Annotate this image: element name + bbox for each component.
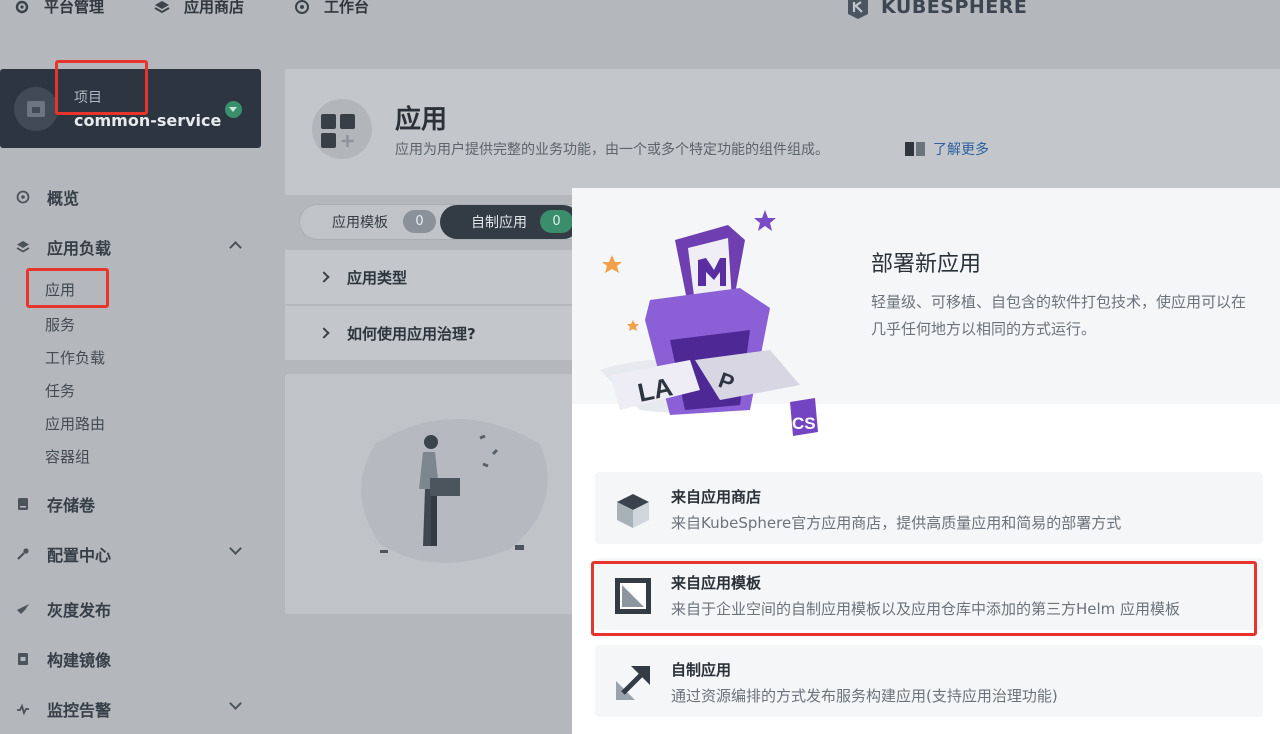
project-avatar <box>14 87 58 131</box>
sidebar-item-label: 概览 <box>47 189 80 208</box>
chevron-right-icon <box>318 327 330 339</box>
book-icon <box>905 142 925 156</box>
annotation-box-apps <box>26 268 109 308</box>
sidebar-item-image-builder[interactable]: 构建镜像 <box>16 647 111 671</box>
modal-description: 轻量级、可移植、自包含的软件打包技术，使应用可以在几乎任何地方以相同的方式运行。 <box>871 293 1247 338</box>
collapse-how-to-use-governance[interactable]: 如何使用应用治理? <box>285 306 585 360</box>
sidebar-item-workloads[interactable]: 应用负载 <box>16 235 111 259</box>
sidebar-item-label: 监控告警 <box>47 701 112 720</box>
option-title: 来自应用商店 <box>671 488 762 506</box>
sidebar-item-monitoring[interactable]: 监控告警 <box>16 697 111 721</box>
kubesphere-logo-icon <box>848 0 868 19</box>
chevron-up-icon[interactable] <box>229 241 242 254</box>
chevron-down-icon[interactable] <box>229 542 242 555</box>
project-icon <box>27 101 45 117</box>
annotation-box-app-template <box>591 561 1257 636</box>
option-from-app-store[interactable]: 来自应用商店 来自KubeSphere官方应用商店，提供高质量应用和简易的部署方… <box>595 472 1263 544</box>
logo-text: KUBESPHERE <box>881 0 1028 18</box>
learn-more-label: 了解更多 <box>933 142 989 158</box>
empty-illustration <box>361 419 548 563</box>
sidebar-sub-workloads[interactable]: 工作负载 <box>45 347 105 368</box>
option-title: 自制应用 <box>671 661 732 679</box>
annotation-box-project <box>55 60 148 115</box>
learn-more-link[interactable]: 了解更多 <box>905 139 989 159</box>
option-custom-app[interactable]: 自制应用 通过资源编排的方式发布服务构建应用(支持应用治理功能) <box>595 645 1263 717</box>
option-description: 通过资源编排的方式发布服务构建应用(支持应用治理功能) <box>671 687 1058 705</box>
modal-title: 部署新应用 <box>871 252 982 277</box>
sidebar-item-label: 应用负载 <box>47 239 112 258</box>
top-bar: 平台管理 应用商店 工作台 KUBESPHERE <box>0 0 1280 22</box>
expand-arrow-icon <box>616 666 650 700</box>
page-description: 应用为用户提供完整的业务功能，由一个或多个特定功能的组件组成。 <box>395 142 829 158</box>
nav-label: 应用商店 <box>184 0 245 16</box>
app-page-icon <box>312 99 372 159</box>
project-switch-dropdown-icon[interactable] <box>225 101 242 118</box>
image-build-icon <box>18 653 28 665</box>
wrench-icon <box>17 548 29 560</box>
page-title: 应用 <box>395 105 448 135</box>
sidebar-item-label: 构建镜像 <box>47 651 112 670</box>
nav-platform-management[interactable]: 平台管理 <box>14 0 104 17</box>
app-grid-icon <box>321 114 355 148</box>
chevron-right-icon <box>318 271 330 283</box>
sidebar-item-config-center[interactable]: 配置中心 <box>16 542 111 566</box>
sidebar-sub-jobs[interactable]: 任务 <box>45 380 75 401</box>
gear-icon <box>15 0 29 13</box>
nav-label: 工作台 <box>324 0 370 16</box>
collapse-label: 应用类型 <box>347 269 408 287</box>
svg-text:CS: CS <box>792 414 816 433</box>
collapse-label: 如何使用应用治理? <box>347 325 476 343</box>
nav-workbench[interactable]: 工作台 <box>294 0 369 17</box>
sidebar-item-overview[interactable]: 概览 <box>16 185 79 209</box>
sidebar-item-canary[interactable]: 灰度发布 <box>16 597 111 621</box>
sidebar-sub-pods[interactable]: 容器组 <box>45 446 90 467</box>
tab-custom-apps[interactable]: 自制应用 <box>471 212 527 232</box>
monitor-icon <box>17 703 29 716</box>
overview-icon <box>16 190 30 204</box>
storage-icon <box>18 498 28 510</box>
tab-count-badge: 0 <box>540 210 573 233</box>
sidebar-item-label: 配置中心 <box>47 546 112 565</box>
cube-stack-icon <box>154 0 170 13</box>
bird-icon <box>17 604 29 614</box>
sidebar-sub-routes[interactable]: 应用路由 <box>45 413 105 434</box>
kubesphere-logo[interactable]: KUBESPHERE <box>845 0 1027 20</box>
sidebar-item-label: 灰度发布 <box>47 601 112 620</box>
nav-app-store[interactable]: 应用商店 <box>154 0 244 17</box>
collapse-app-types[interactable]: 应用类型 <box>285 250 585 304</box>
sidebar-item-label: 存储卷 <box>47 496 96 515</box>
cube-icon <box>617 494 649 528</box>
tab-app-templates[interactable]: 应用模板 <box>332 212 388 232</box>
lamp-hero-illustration: LA P CS <box>600 210 818 436</box>
option-description: 来自KubeSphere官方应用商店，提供高质量应用和简易的部署方式 <box>671 514 1122 532</box>
empty-state-card <box>285 374 585 614</box>
chevron-down-icon[interactable] <box>229 697 242 710</box>
nav-label: 平台管理 <box>44 0 105 16</box>
tab-count-badge: 0 <box>403 210 436 233</box>
sidebar-item-volumes[interactable]: 存储卷 <box>16 492 95 516</box>
layers-icon <box>16 241 30 253</box>
sidebar-sub-services[interactable]: 服务 <box>45 314 75 335</box>
dashboard-icon <box>295 0 309 14</box>
